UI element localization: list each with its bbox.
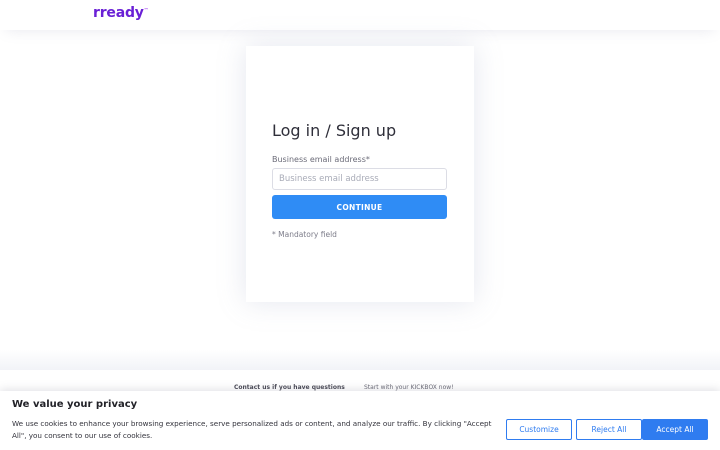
cookie-text: We use cookies to enhance your browsing …	[12, 419, 492, 440]
accept-all-button[interactable]: Accept All	[642, 419, 708, 440]
cookie-title: We value your privacy	[12, 399, 138, 410]
continue-button[interactable]: CONTINUE	[272, 195, 447, 219]
rready-logo[interactable]: rready™	[93, 5, 149, 21]
footer-divider	[0, 350, 720, 370]
logo-trademark: ™	[143, 7, 149, 14]
mandatory-note: * Mandatory field	[272, 230, 337, 239]
top-header: rready™	[0, 0, 720, 30]
page-title: Log in / Sign up	[272, 121, 397, 140]
cookie-banner: We value your privacy We use cookies to …	[0, 391, 720, 450]
customize-button[interactable]: Customize	[506, 419, 572, 440]
login-card: Log in / Sign up Business email address*…	[246, 46, 474, 302]
kickbox-link[interactable]: Start with your KICKBOX now!	[364, 384, 454, 391]
reject-all-button[interactable]: Reject All	[576, 419, 642, 440]
logo-text: rready	[93, 5, 144, 21]
login-page: rready™ Log in / Sign up Business email …	[0, 0, 720, 450]
email-field[interactable]	[272, 168, 447, 190]
email-label: Business email address*	[272, 155, 370, 164]
contact-link[interactable]: Contact us if you have questions	[234, 384, 345, 391]
